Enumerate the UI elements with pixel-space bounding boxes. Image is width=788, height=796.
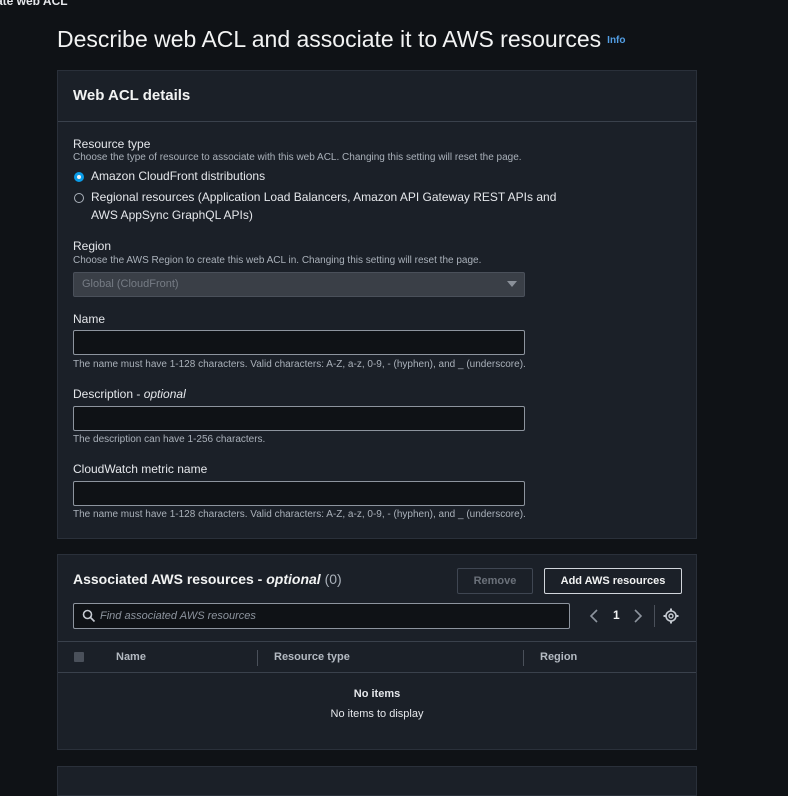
empty-state-text: No items to display [330, 708, 424, 720]
metric-name-field[interactable] [73, 481, 525, 506]
region-select[interactable]: Global (CloudFront) [73, 272, 525, 297]
column-region[interactable]: Region [540, 651, 577, 663]
radio-cloudfront[interactable] [74, 172, 84, 182]
info-link[interactable]: Info [607, 35, 625, 46]
select-all-checkbox[interactable] [74, 652, 84, 662]
resources-optional: optional [266, 571, 321, 587]
region-label: Region [73, 239, 112, 253]
remove-button[interactable]: Remove [457, 568, 533, 594]
search-icon [82, 609, 96, 628]
web-acl-details-panel: Web ACL details Resource type Choose the… [57, 70, 697, 539]
column-resource-type[interactable]: Resource type [274, 651, 350, 663]
column-divider [523, 650, 524, 666]
breadcrumb[interactable]: ate web ACL [0, 0, 68, 8]
description-optional: optional [143, 387, 186, 401]
chevron-down-icon [507, 281, 517, 287]
resource-type-label: Resource type [73, 137, 151, 151]
radio-cloudfront-label[interactable]: Amazon CloudFront distributions [91, 167, 265, 185]
gear-icon[interactable] [663, 608, 679, 629]
name-hint: The name must have 1-128 characters. Val… [73, 359, 526, 370]
column-divider [257, 650, 258, 666]
page-number[interactable]: 1 [613, 608, 620, 622]
metric-label: CloudWatch metric name [73, 462, 208, 476]
panel-header: Web ACL details [58, 71, 696, 122]
region-hint: Choose the AWS Region to create this web… [73, 255, 482, 266]
name-label: Name [73, 312, 106, 326]
region-select-value: Global (CloudFront) [82, 278, 179, 290]
table-header: Name Resource type Region [58, 641, 696, 673]
search-input[interactable]: Find associated AWS resources [73, 603, 570, 629]
description-label-text: Description [73, 387, 134, 401]
chevron-left-icon[interactable] [589, 608, 599, 629]
resources-title: Associated AWS resources - optional (0) [73, 571, 342, 587]
column-name[interactable]: Name [116, 651, 146, 663]
add-aws-resources-button[interactable]: Add AWS resources [544, 568, 682, 594]
name-field[interactable] [73, 330, 525, 355]
resources-title-text: Associated AWS resources [73, 571, 254, 587]
radio-regional-label-line2: AWS AppSync GraphQL APIs) [91, 208, 253, 222]
next-panel [57, 766, 697, 796]
page-title: Describe web ACL and associate it to AWS… [57, 26, 626, 53]
pagination-divider [654, 605, 655, 627]
radio-regional-label[interactable]: Regional resources (Application Load Bal… [91, 188, 556, 224]
metric-hint: The name must have 1-128 characters. Val… [73, 509, 526, 520]
empty-state-title: No items [353, 688, 401, 700]
page-title-text: Describe web ACL and associate it to AWS… [57, 26, 602, 52]
radio-regional[interactable] [74, 193, 84, 203]
description-field[interactable] [73, 406, 525, 431]
search-placeholder: Find associated AWS resources [100, 610, 256, 622]
description-hint: The description can have 1-256 character… [73, 434, 266, 445]
associated-resources-panel: Associated AWS resources - optional (0) … [57, 554, 697, 750]
radio-regional-label-line1: Regional resources (Application Load Bal… [91, 190, 557, 204]
description-label: Description - optional [73, 387, 186, 401]
resource-type-hint: Choose the type of resource to associate… [73, 152, 522, 163]
chevron-right-icon[interactable] [633, 608, 643, 629]
resources-count: (0) [324, 571, 342, 587]
